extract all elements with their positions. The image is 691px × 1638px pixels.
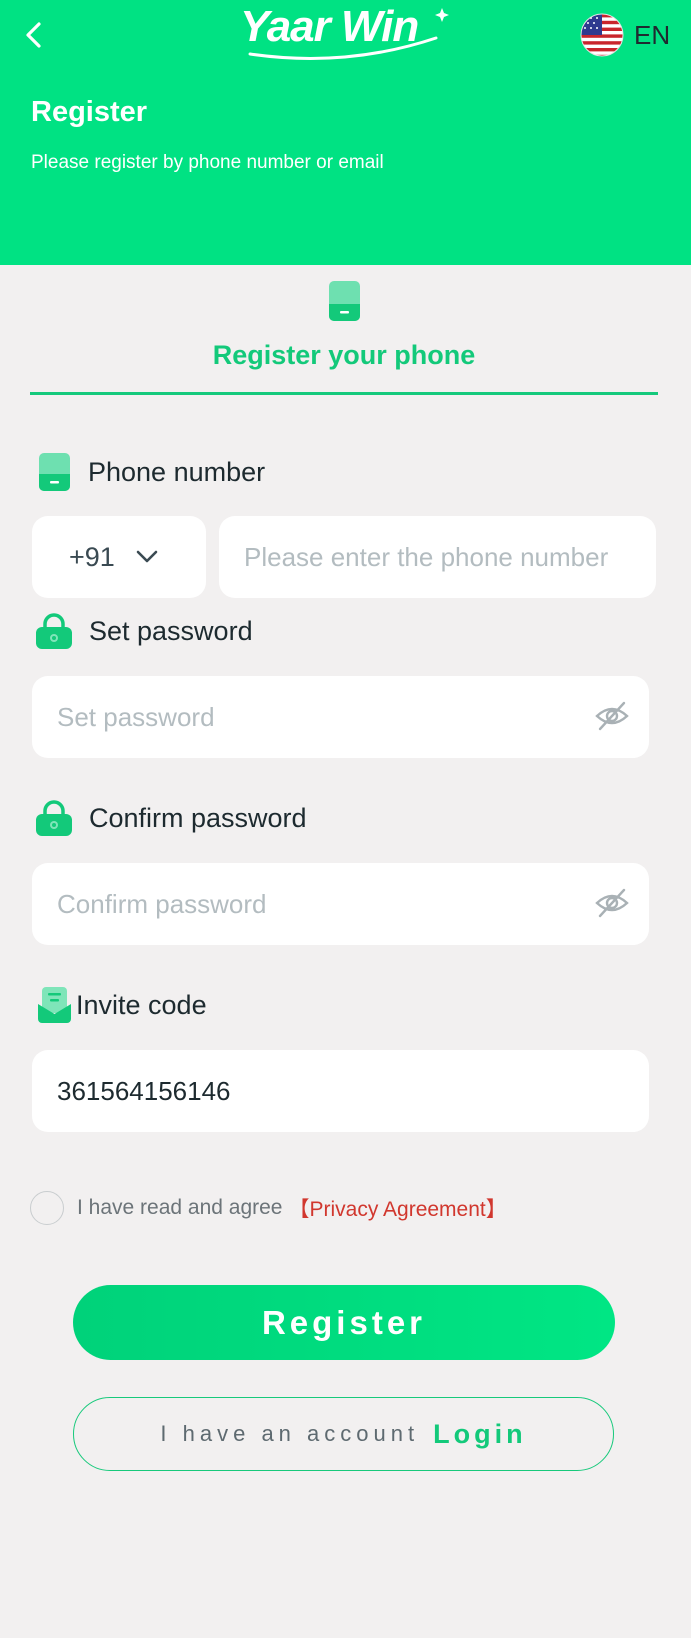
agreement-text: I have read and agree	[77, 1196, 283, 1219]
header: Yaar Win EN Register Please register by …	[0, 0, 691, 265]
invite-code-label-text: Invite code	[76, 989, 207, 1020]
invite-code-input[interactable]	[57, 1075, 537, 1107]
invite-envelope-icon	[38, 987, 71, 1023]
chevron-down-icon	[136, 550, 158, 563]
set-password-box	[32, 676, 649, 758]
page-title: Register	[31, 96, 148, 128]
language-label: EN	[634, 19, 671, 50]
phone-icon	[39, 453, 70, 491]
agree-checkbox[interactable]	[30, 1191, 64, 1225]
login-button[interactable]: I have an account Login	[73, 1397, 614, 1471]
country-code-select[interactable]: +91	[32, 516, 206, 598]
phone-number-label: Phone number	[38, 452, 265, 492]
set-password-label-text: Set password	[89, 615, 253, 646]
invite-code-box	[32, 1050, 649, 1132]
confirm-password-label-text: Confirm password	[89, 802, 307, 833]
language-selector[interactable]: EN	[580, 12, 670, 58]
logo-swoosh-icon	[248, 8, 449, 60]
chevron-left-icon	[26, 22, 41, 48]
lock-icon	[36, 800, 72, 836]
us-flag-icon	[580, 13, 624, 57]
tab-label: Register your phone	[212, 340, 476, 370]
eye-off-icon[interactable]	[595, 886, 629, 920]
back-button[interactable]	[18, 14, 54, 54]
confirm-password-label: Confirm password	[35, 799, 307, 837]
confirm-password-input[interactable]	[57, 888, 537, 920]
login-link[interactable]: Login	[433, 1419, 526, 1450]
phone-icon	[329, 281, 360, 321]
set-password-input[interactable]	[57, 701, 537, 733]
phone-label-text: Phone number	[88, 456, 266, 487]
phone-input-box	[219, 516, 656, 598]
phone-input[interactable]	[244, 541, 644, 573]
logo: Yaar Win	[236, 2, 456, 64]
tab-register-phone[interactable]: Register your phone	[30, 278, 658, 396]
agreement-row: I have read and agree 【Privacy Agreement…	[30, 1191, 507, 1225]
lock-icon	[36, 613, 72, 649]
country-code-value: +91	[69, 541, 115, 572]
eye-off-icon[interactable]	[595, 699, 629, 733]
register-button[interactable]: Register	[73, 1285, 615, 1360]
invite-code-label: Invite code	[37, 986, 207, 1024]
confirm-password-box	[32, 863, 649, 945]
set-password-label: Set password	[35, 612, 253, 650]
tab-underline	[30, 392, 658, 395]
page-subtitle: Please register by phone number or email	[31, 152, 384, 173]
privacy-agreement-link[interactable]: 【Privacy Agreement】	[289, 1193, 507, 1223]
have-account-text: I have an account	[160, 1421, 420, 1446]
